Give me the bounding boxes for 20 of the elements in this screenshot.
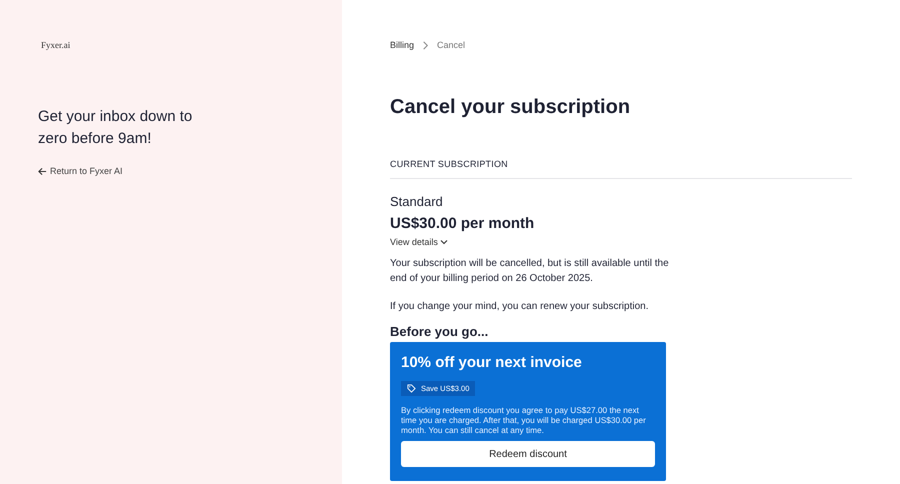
tag-icon [407,384,416,393]
breadcrumb-link[interactable]: Billing [390,40,414,50]
redeem-discount-button[interactable]: Redeem discount [401,441,655,467]
view-details-link[interactable]: View details [390,237,852,247]
offer-title: 10% off your next invoice [401,354,583,371]
renew-note: If you change your mind, you can renew your subscription. [390,300,650,314]
offer-terms: By clicking redeem discount you agree to pay US$27.00 the next time you are charged. After that, you will be charged US$30.00 per month. You can still cancel at any time. [401,405,647,435]
offer-heading: Before you go... [390,324,490,339]
arrow-left-icon [38,166,47,176]
plan-name: Standard [390,194,444,209]
cancel-notice: Your subscription will be cancelled, but is still available until the end of your billing period on 26 October 2025. [390,257,670,286]
chevron-down-icon [440,239,448,245]
chevron-right-icon [422,40,430,50]
tagline: Get your inbox down to zero before 9am! [38,107,194,149]
logo: Fyxer.ai [41,40,72,50]
section-label: CURRENT SUBSCRIPTION [390,159,509,169]
plan-price: US$30.00 per month [390,215,536,232]
breadcrumb-link[interactable]: Cancel [437,40,466,50]
page-title: Cancel your subscription [390,96,632,119]
return-link[interactable]: Return to Fyxer AI [38,166,342,176]
